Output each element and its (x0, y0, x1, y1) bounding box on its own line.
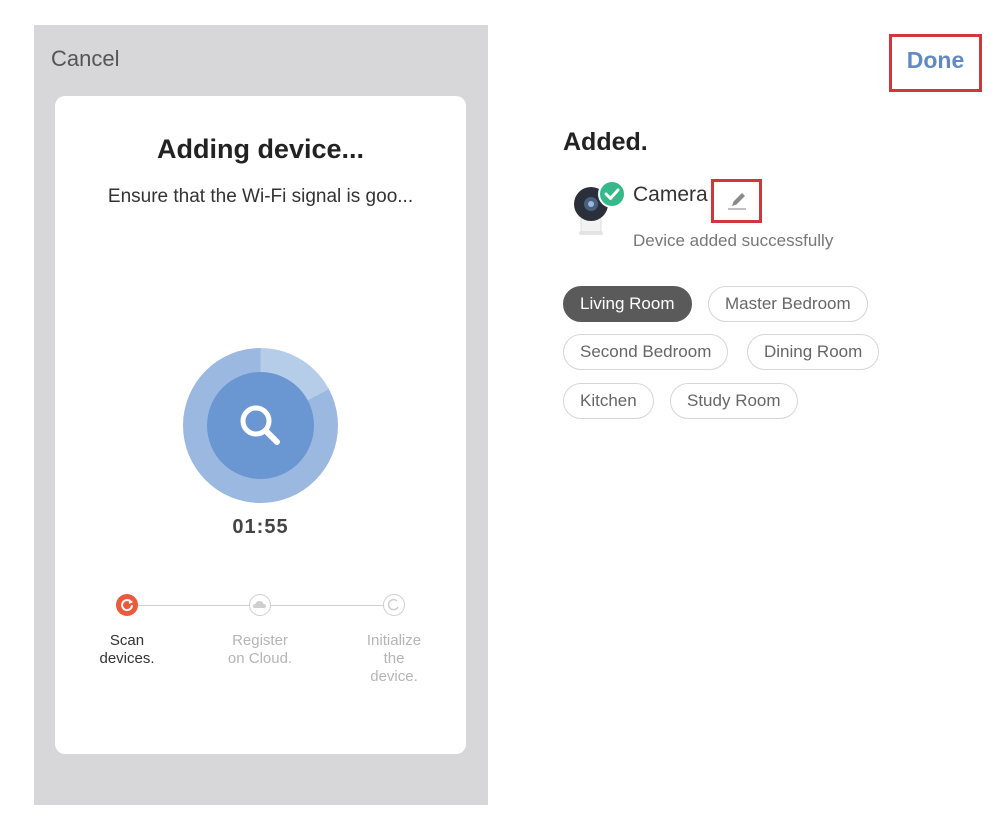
refresh-icon (121, 599, 133, 612)
step-register-indicator (249, 594, 271, 616)
adding-device-panel: Cancel Adding device... Ensure that the … (34, 25, 488, 805)
done-highlight: Done (889, 34, 982, 92)
device-name: Camera (633, 183, 708, 206)
scan-center (207, 372, 314, 479)
loading-icon (387, 598, 399, 611)
room-chip-master-bedroom[interactable]: Master Bedroom (708, 286, 868, 322)
cloud-icon (253, 601, 266, 608)
step-scan-label: Scan devices. (99, 632, 155, 667)
device-status: Device added successfully (633, 231, 834, 250)
adding-device-card: Adding device... Ensure that the Wi-Fi s… (55, 96, 466, 754)
step-initialize-label: Initialize the device. (366, 632, 422, 685)
card-title: Adding device... (156, 134, 365, 164)
step-initialize-indicator (383, 594, 405, 616)
room-chip-dining-room[interactable]: Dining Room (747, 334, 880, 370)
room-chip-kitchen[interactable]: Kitchen (563, 383, 654, 419)
room-chip-second-bedroom[interactable]: Second Bedroom (563, 334, 729, 370)
scan-progress-ring (183, 348, 338, 503)
edit-name-button[interactable] (711, 179, 762, 223)
countdown-timer: 01:55 (232, 516, 289, 538)
card-subtitle: Ensure that the Wi-Fi signal is goo... (107, 186, 414, 207)
room-chip-living-room[interactable]: Living Room (563, 286, 692, 322)
check-icon (598, 180, 626, 208)
room-chip-study-room[interactable]: Study Room (670, 383, 798, 419)
added-title: Added. (563, 128, 648, 156)
done-button[interactable]: Done (892, 47, 979, 74)
step-scan-indicator (116, 594, 138, 616)
cancel-button[interactable]: Cancel (51, 46, 119, 72)
step-register-label: Register on Cloud. (227, 632, 293, 667)
pencil-icon (728, 193, 746, 210)
search-icon (240, 405, 280, 445)
